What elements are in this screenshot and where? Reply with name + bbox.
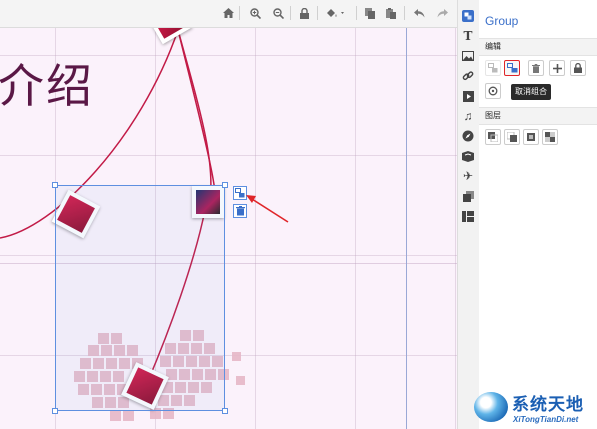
edit-section-header: 编辑 (479, 38, 597, 56)
plane-tool-icon[interactable]: ✈ (460, 168, 476, 184)
watermark-logo: 系统天地 XiTongTianDi.net (470, 382, 597, 429)
copy-icon[interactable] (360, 4, 380, 22)
zoom-in-icon[interactable] (245, 4, 265, 22)
group-icon (488, 63, 498, 73)
link-tool-icon[interactable] (460, 68, 476, 84)
annotation-arrow (246, 195, 289, 223)
toolbar-divider (290, 6, 291, 20)
grid-layout-tool-icon[interactable] (460, 208, 476, 224)
ungroup-tooltip: 取消组合 (511, 84, 551, 100)
lock-icon (574, 63, 582, 73)
delete-button[interactable] (528, 60, 544, 76)
panel-title: Group (485, 14, 519, 28)
rotate-icon (488, 86, 498, 96)
properties-panel: Group 编辑 取消组合 图层 (479, 0, 597, 429)
home-icon[interactable] (218, 4, 238, 22)
toolbar-divider (404, 6, 405, 20)
canvas[interactable]: 介绍 (0, 0, 457, 429)
group-tool-icon[interactable] (460, 8, 476, 24)
ungroup-icon (506, 63, 517, 73)
zoom-out-icon[interactable] (268, 4, 288, 22)
layer-section-label: 图层 (485, 111, 501, 120)
compass-tool-icon[interactable] (460, 128, 476, 144)
bring-forward-button[interactable] (504, 129, 520, 145)
watermark-text-en: XiTongTianDi.net (513, 415, 579, 424)
layers-tool-icon[interactable] (460, 188, 476, 204)
guide-vertical (406, 0, 407, 429)
group-button[interactable] (485, 60, 501, 76)
edit-section-label: 编辑 (485, 42, 501, 51)
watermark-text-cn: 系统天地 (512, 395, 584, 414)
ungroup-button[interactable] (504, 60, 520, 76)
layer-section-header: 图层 (479, 107, 597, 125)
redo-icon[interactable] (432, 4, 452, 22)
globe-icon (474, 392, 508, 422)
fill-icon[interactable] (322, 4, 350, 22)
undo-icon[interactable] (409, 4, 429, 22)
send-backward-button[interactable] (523, 129, 539, 145)
rotate-button[interactable] (485, 83, 501, 99)
lock-icon[interactable] (294, 4, 314, 22)
bring-forward-icon (507, 132, 517, 142)
tool-sidebar: T ♫ ✈ (457, 0, 480, 429)
bring-to-front-icon (488, 132, 498, 142)
send-backward-icon (527, 133, 535, 141)
trash-icon (532, 63, 540, 73)
text-tool-icon[interactable]: T (460, 28, 476, 44)
send-to-back-icon (545, 132, 555, 142)
send-to-back-button[interactable] (542, 129, 558, 145)
paste-icon[interactable] (381, 4, 401, 22)
add-button[interactable] (549, 60, 565, 76)
toolbar-divider (239, 6, 240, 20)
background-tool-icon[interactable] (460, 148, 476, 164)
lock-button[interactable] (570, 60, 586, 76)
toolbar-divider (356, 6, 357, 20)
toolbar-divider (317, 6, 318, 20)
canvas-toolbar (0, 0, 457, 28)
plus-icon (552, 63, 562, 73)
image-tool-icon[interactable] (460, 48, 476, 64)
music-tool-icon[interactable]: ♫ (460, 108, 476, 124)
bring-to-front-button[interactable] (485, 129, 501, 145)
video-tool-icon[interactable] (460, 88, 476, 104)
